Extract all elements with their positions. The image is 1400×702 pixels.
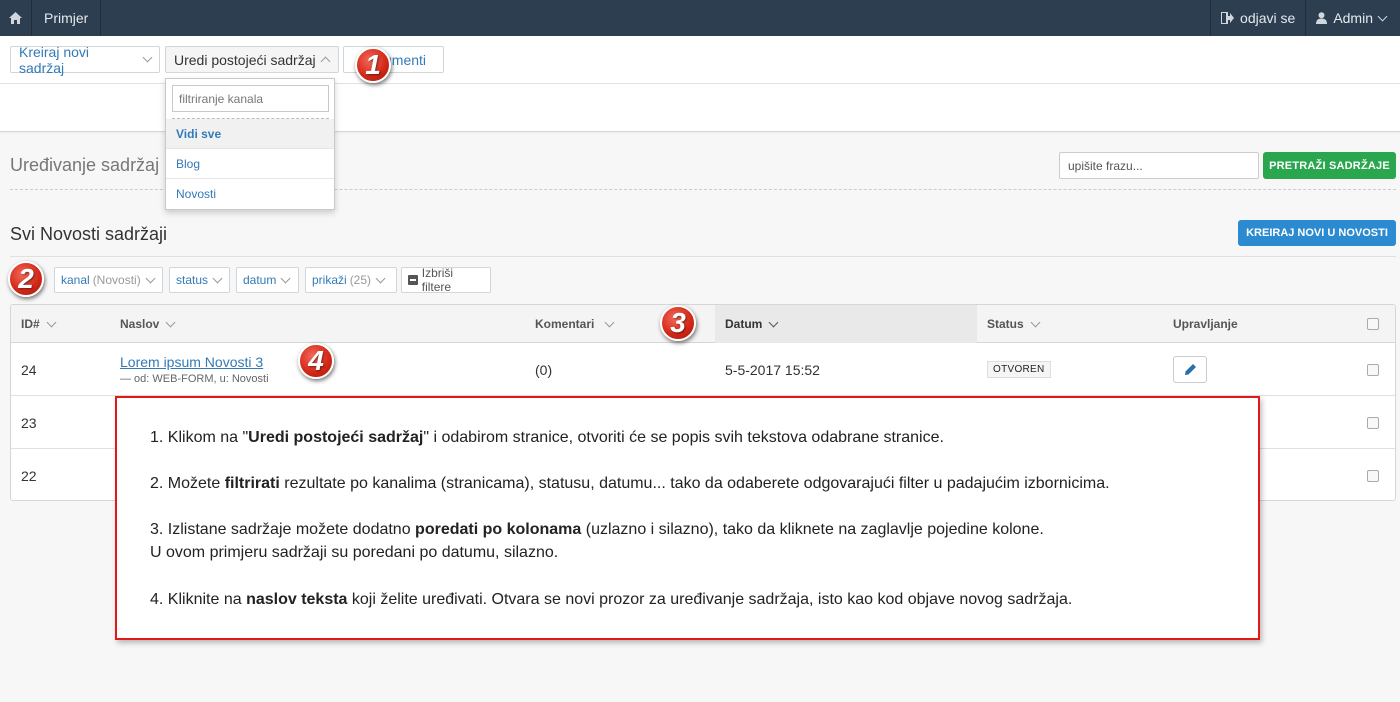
column-header-id[interactable]: ID# xyxy=(21,305,57,343)
row-id: 23 xyxy=(21,414,37,431)
create-content-label: Kreiraj novi sadržaj xyxy=(19,43,90,76)
step-marker-3: 3 xyxy=(660,305,696,341)
search-input[interactable] xyxy=(1059,152,1259,179)
channel-filter-input[interactable] xyxy=(172,85,329,112)
status-badge: OTVOREN xyxy=(987,361,1051,378)
row-checkbox[interactable] xyxy=(1367,416,1379,429)
chevron-down-icon xyxy=(375,273,386,283)
top-navbar: Primjer odjavi se Admin xyxy=(0,0,1400,36)
column-header-title[interactable]: Naslov xyxy=(120,305,176,343)
home-button[interactable] xyxy=(0,0,32,36)
column-header-label: Datum xyxy=(725,317,763,331)
sign-out-icon xyxy=(1221,12,1235,24)
show-filter[interactable]: prikaži (25) xyxy=(305,267,397,293)
clear-filters-button[interactable]: Izbriši filtere xyxy=(401,266,491,294)
chevron-down-icon xyxy=(1377,11,1388,21)
status-filter-label: status xyxy=(176,273,209,287)
date-filter[interactable]: datum xyxy=(236,267,299,293)
home-icon xyxy=(9,12,22,24)
row-checkbox[interactable] xyxy=(1367,469,1379,482)
logout-label: odjavi se xyxy=(1240,10,1296,26)
row-title-cell: Lorem ipsum Novosti 3 — od: WEB-FORM, u:… xyxy=(120,343,269,396)
dropdown-item-view-all[interactable]: Vidi sve xyxy=(166,119,334,148)
row-date: 5-5-2017 15:52 xyxy=(725,361,820,378)
step-marker-1: 1 xyxy=(355,47,391,83)
row-checkbox[interactable] xyxy=(1367,363,1379,376)
column-header-label: Naslov xyxy=(120,317,160,331)
content-toolbar: Kreiraj novi sadržaj Uredi postojeći sad… xyxy=(0,36,1400,84)
status-filter[interactable]: status xyxy=(169,267,230,293)
chevron-down-icon xyxy=(212,273,223,283)
table-header: ID# Naslov Komentari Datum Status Upravl… xyxy=(11,305,1395,343)
chevron-down-icon xyxy=(1030,317,1041,327)
step-marker-4: 4 xyxy=(298,343,334,379)
show-filter-value: (25) xyxy=(349,273,372,287)
column-header-label: Komentari xyxy=(535,317,595,331)
instruction-4: 4. Kliknite na naslov teksta koji želite… xyxy=(150,591,1073,608)
step-marker-2: 2 xyxy=(8,261,44,297)
sort-desc-icon xyxy=(768,317,779,327)
column-header-manage: Upravljanje xyxy=(1173,317,1238,331)
show-filter-label: prikaži xyxy=(312,273,347,287)
edit-content-button[interactable]: Uredi postojeći sadržaj xyxy=(165,46,339,73)
clear-filters-label: Izbriši filtere xyxy=(421,266,454,294)
column-header-label: ID# xyxy=(21,317,40,331)
instruction-3: 3. Izlistane sadržaje možete dodatno por… xyxy=(150,521,1044,538)
row-id: 22 xyxy=(21,467,37,484)
date-filter-label: datum xyxy=(243,273,277,287)
divider xyxy=(10,256,1396,257)
dropdown-item-novosti[interactable]: Novosti xyxy=(166,178,334,208)
instruction-1: 1. Klikom na "Uredi postojeći sadržaj" i… xyxy=(150,429,944,446)
column-header-comments[interactable]: Komentari xyxy=(535,305,615,343)
select-all-checkbox[interactable] xyxy=(1367,305,1379,343)
column-header-status[interactable]: Status xyxy=(987,305,1041,343)
create-in-novosti-button[interactable]: KREIRAJ NOVI U NOVOSTI xyxy=(1238,220,1396,246)
list-title: Svi Novosti sadržaji xyxy=(10,224,168,244)
row-title-meta: — od: WEB-FORM, u: Novosti xyxy=(120,373,269,385)
table-row: 24 Lorem ipsum Novosti 3 — od: WEB-FORM,… xyxy=(11,343,1395,396)
edit-button[interactable] xyxy=(1173,356,1207,383)
user-name: Admin xyxy=(1333,10,1373,26)
channel-filter[interactable]: kanal (Novosti) xyxy=(54,267,163,293)
instruction-3-note: U ovom primjeru sadržaji su poredani po … xyxy=(150,544,559,561)
row-comments: (0) xyxy=(535,361,553,378)
chevron-down-icon xyxy=(46,317,57,327)
channel-filter-label: kanal xyxy=(61,273,90,287)
user-menu[interactable]: Admin xyxy=(1305,0,1400,36)
page-title: Uređivanje sadržaj xyxy=(10,155,160,175)
row-title-link[interactable]: Lorem ipsum Novosti 3 xyxy=(120,354,263,370)
chevron-up-icon xyxy=(320,56,331,66)
search-content-button[interactable]: PRETRAŽI SADRŽAJE xyxy=(1263,152,1396,179)
column-header-label: Status xyxy=(987,317,1024,331)
channel-filter-value: (Novosti) xyxy=(92,273,141,287)
instructions-callout: 1. Klikom na "Uredi postojeći sadržaj" i… xyxy=(115,396,1260,640)
brand-link[interactable]: Primjer xyxy=(32,0,102,36)
logout-link[interactable]: odjavi se xyxy=(1210,0,1305,36)
instruction-2: 2. Možete filtrirati rezultate po kanali… xyxy=(150,475,1110,492)
column-header-date[interactable]: Datum xyxy=(715,305,977,343)
create-content-button[interactable]: Kreiraj novi sadržaj xyxy=(10,43,160,76)
pencil-icon xyxy=(1184,364,1196,375)
chevron-down-icon xyxy=(604,317,615,327)
edit-content-label: Uredi postojeći sadržaj xyxy=(174,51,316,68)
chevron-down-icon xyxy=(165,317,176,327)
row-id: 24 xyxy=(21,361,37,378)
chevron-down-icon xyxy=(145,273,156,283)
chevron-down-icon xyxy=(280,273,291,283)
chevron-down-icon xyxy=(142,52,153,63)
dropdown-item-blog[interactable]: Blog xyxy=(166,148,334,178)
minus-square-icon xyxy=(408,275,418,285)
channel-dropdown-menu: Vidi sve Blog Novosti xyxy=(165,78,335,210)
user-icon xyxy=(1316,12,1328,24)
